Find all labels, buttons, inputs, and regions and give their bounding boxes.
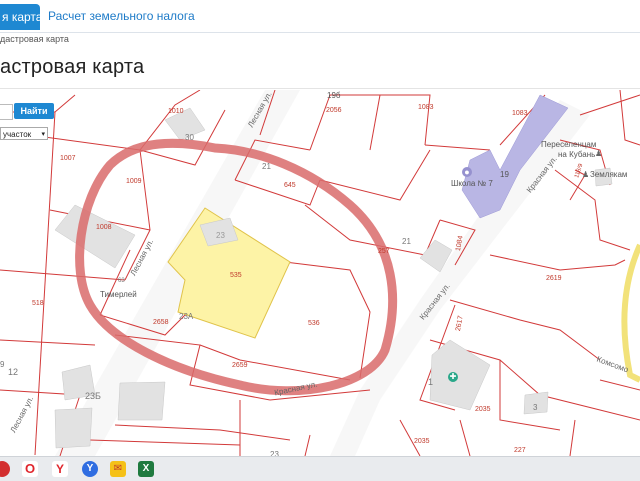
divider [0, 88, 640, 89]
mail-icon[interactable]: ✉ [110, 461, 126, 477]
monument-icon: ♟ [595, 149, 603, 158]
clinic-icon: ✚ [448, 372, 458, 382]
layer-select-value: участок [3, 130, 32, 139]
place-label: Тимерлей [100, 290, 137, 299]
tab-land-tax[interactable]: Расчет земельного налога [48, 9, 195, 23]
parcel-label: 23 [216, 231, 225, 240]
street-label: Лесная ул. [246, 90, 274, 130]
red-circle-icon[interactable] [0, 461, 10, 477]
parcel-label: 2617 [454, 315, 465, 332]
parcel-label: 9 [0, 360, 5, 369]
page-title: астровая карта [0, 56, 145, 78]
parcel-label: 23Б [85, 391, 101, 401]
parcel-label: 3 [533, 403, 538, 412]
parcel-label: 21 [402, 237, 411, 246]
school-icon: ● [462, 167, 472, 177]
parcel-label: 2659 [232, 362, 248, 369]
monument-label: на Кубань [558, 150, 596, 159]
parcel-label: 2035 [414, 438, 430, 445]
parcel-label: 227 [514, 447, 526, 454]
yandex-icon[interactable]: Y [52, 461, 68, 477]
opera-icon[interactable]: O [22, 461, 38, 477]
map-labels: 1010 30 19б 2056 1083 1083 1007 1009 21 … [0, 90, 640, 456]
taskbar: O Y Y ✉ X [0, 456, 640, 481]
school-label: Школа № 7 [451, 179, 493, 188]
parcel-label: 1083 [512, 110, 528, 117]
search-button[interactable]: Найти [14, 103, 54, 119]
excel-icon[interactable]: X [138, 461, 154, 477]
parcel-label: 63 [118, 278, 125, 284]
street-label: Красная ул. [417, 281, 452, 322]
top-tabs: я карта Расчет земельного налога [0, 0, 640, 33]
parcel-label: 1010 [168, 108, 184, 115]
cadastral-map[interactable]: 1010 30 19б 2056 1083 1083 1007 1009 21 … [0, 90, 640, 456]
parcel-label: 2658 [153, 319, 169, 326]
monument-icon: ♟ [582, 170, 590, 179]
street-label: Красная ул. [273, 379, 319, 398]
parcel-label: 19 [500, 170, 509, 179]
street-label: Комсомо [595, 354, 630, 375]
tab-cadastral-map[interactable]: я карта [0, 4, 40, 30]
parcel-label: 19б [327, 91, 341, 100]
parcel-label: 12 [8, 367, 19, 377]
parcel-label: 30 [185, 133, 194, 142]
parcel-label: 2056 [326, 107, 342, 114]
parcel-label: 257 [378, 248, 390, 255]
parcel-label: 1008 [96, 224, 112, 231]
parcel-label: 1083 [418, 104, 434, 111]
yandex-browser-icon[interactable]: Y [82, 461, 98, 477]
monument-label: Переселенцам [541, 140, 597, 149]
parcel-label: 23А [179, 312, 194, 321]
parcel-label: 2619 [546, 275, 562, 282]
street-label: Лесная ул. [128, 237, 156, 278]
parcel-label: 536 [308, 320, 320, 327]
parcel-label: 518 [32, 300, 44, 307]
parcel-label: 1009 [126, 178, 142, 185]
chevron-down-icon: ▾ [41, 131, 45, 138]
parcel-label: 2035 [475, 406, 491, 413]
parcel-label: 1084 [454, 235, 465, 252]
street-label: Красная ул. [524, 154, 559, 195]
street-label: Лесная ул. [8, 394, 36, 435]
parcel-label: 1007 [60, 155, 76, 162]
search-input[interactable] [0, 104, 13, 120]
breadcrumb[interactable]: дастровая карта [0, 34, 69, 44]
parcel-label: 535 [230, 272, 242, 279]
monument-label: Землякам [590, 170, 628, 179]
parcel-label: 21 [262, 162, 271, 171]
parcel-label: 1 [428, 377, 434, 387]
layer-select[interactable]: участок ▾ [0, 127, 48, 140]
parcel-label: 645 [284, 182, 296, 189]
